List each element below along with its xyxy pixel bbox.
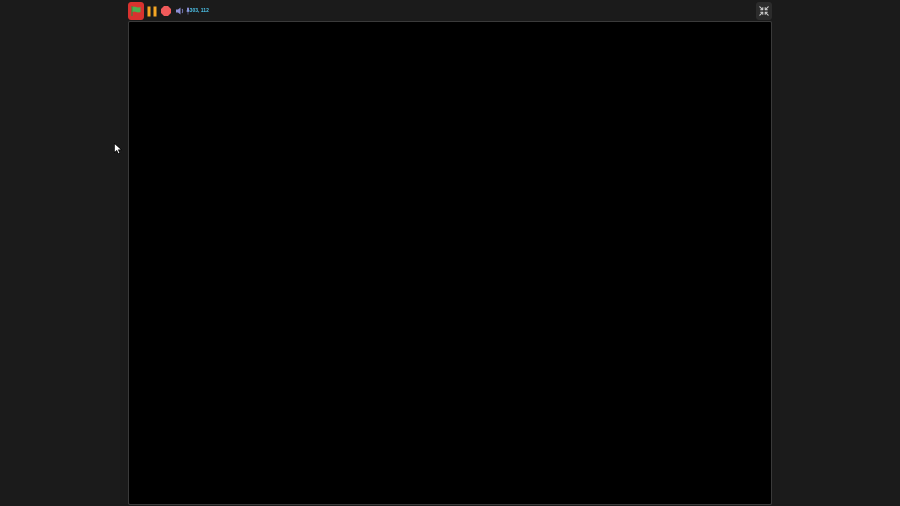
pause-icon: [147, 6, 157, 16]
mouse-coordinates: -303, 112: [188, 8, 209, 14]
green-flag-button[interactable]: [128, 2, 144, 20]
pause-button[interactable]: [146, 2, 158, 20]
player-controls-bar: -303, 112: [128, 2, 772, 20]
exit-fullscreen-icon: [759, 6, 769, 16]
exit-fullscreen-button[interactable]: [756, 2, 772, 20]
green-flag-icon: [131, 6, 141, 16]
stop-icon: [161, 6, 171, 16]
stage-canvas[interactable]: [128, 21, 772, 505]
speaker-icon: [175, 7, 183, 15]
stop-button[interactable]: [160, 2, 172, 20]
project-player: -303, 112: [128, 0, 772, 506]
mouse-pointer-icon: [114, 143, 123, 155]
